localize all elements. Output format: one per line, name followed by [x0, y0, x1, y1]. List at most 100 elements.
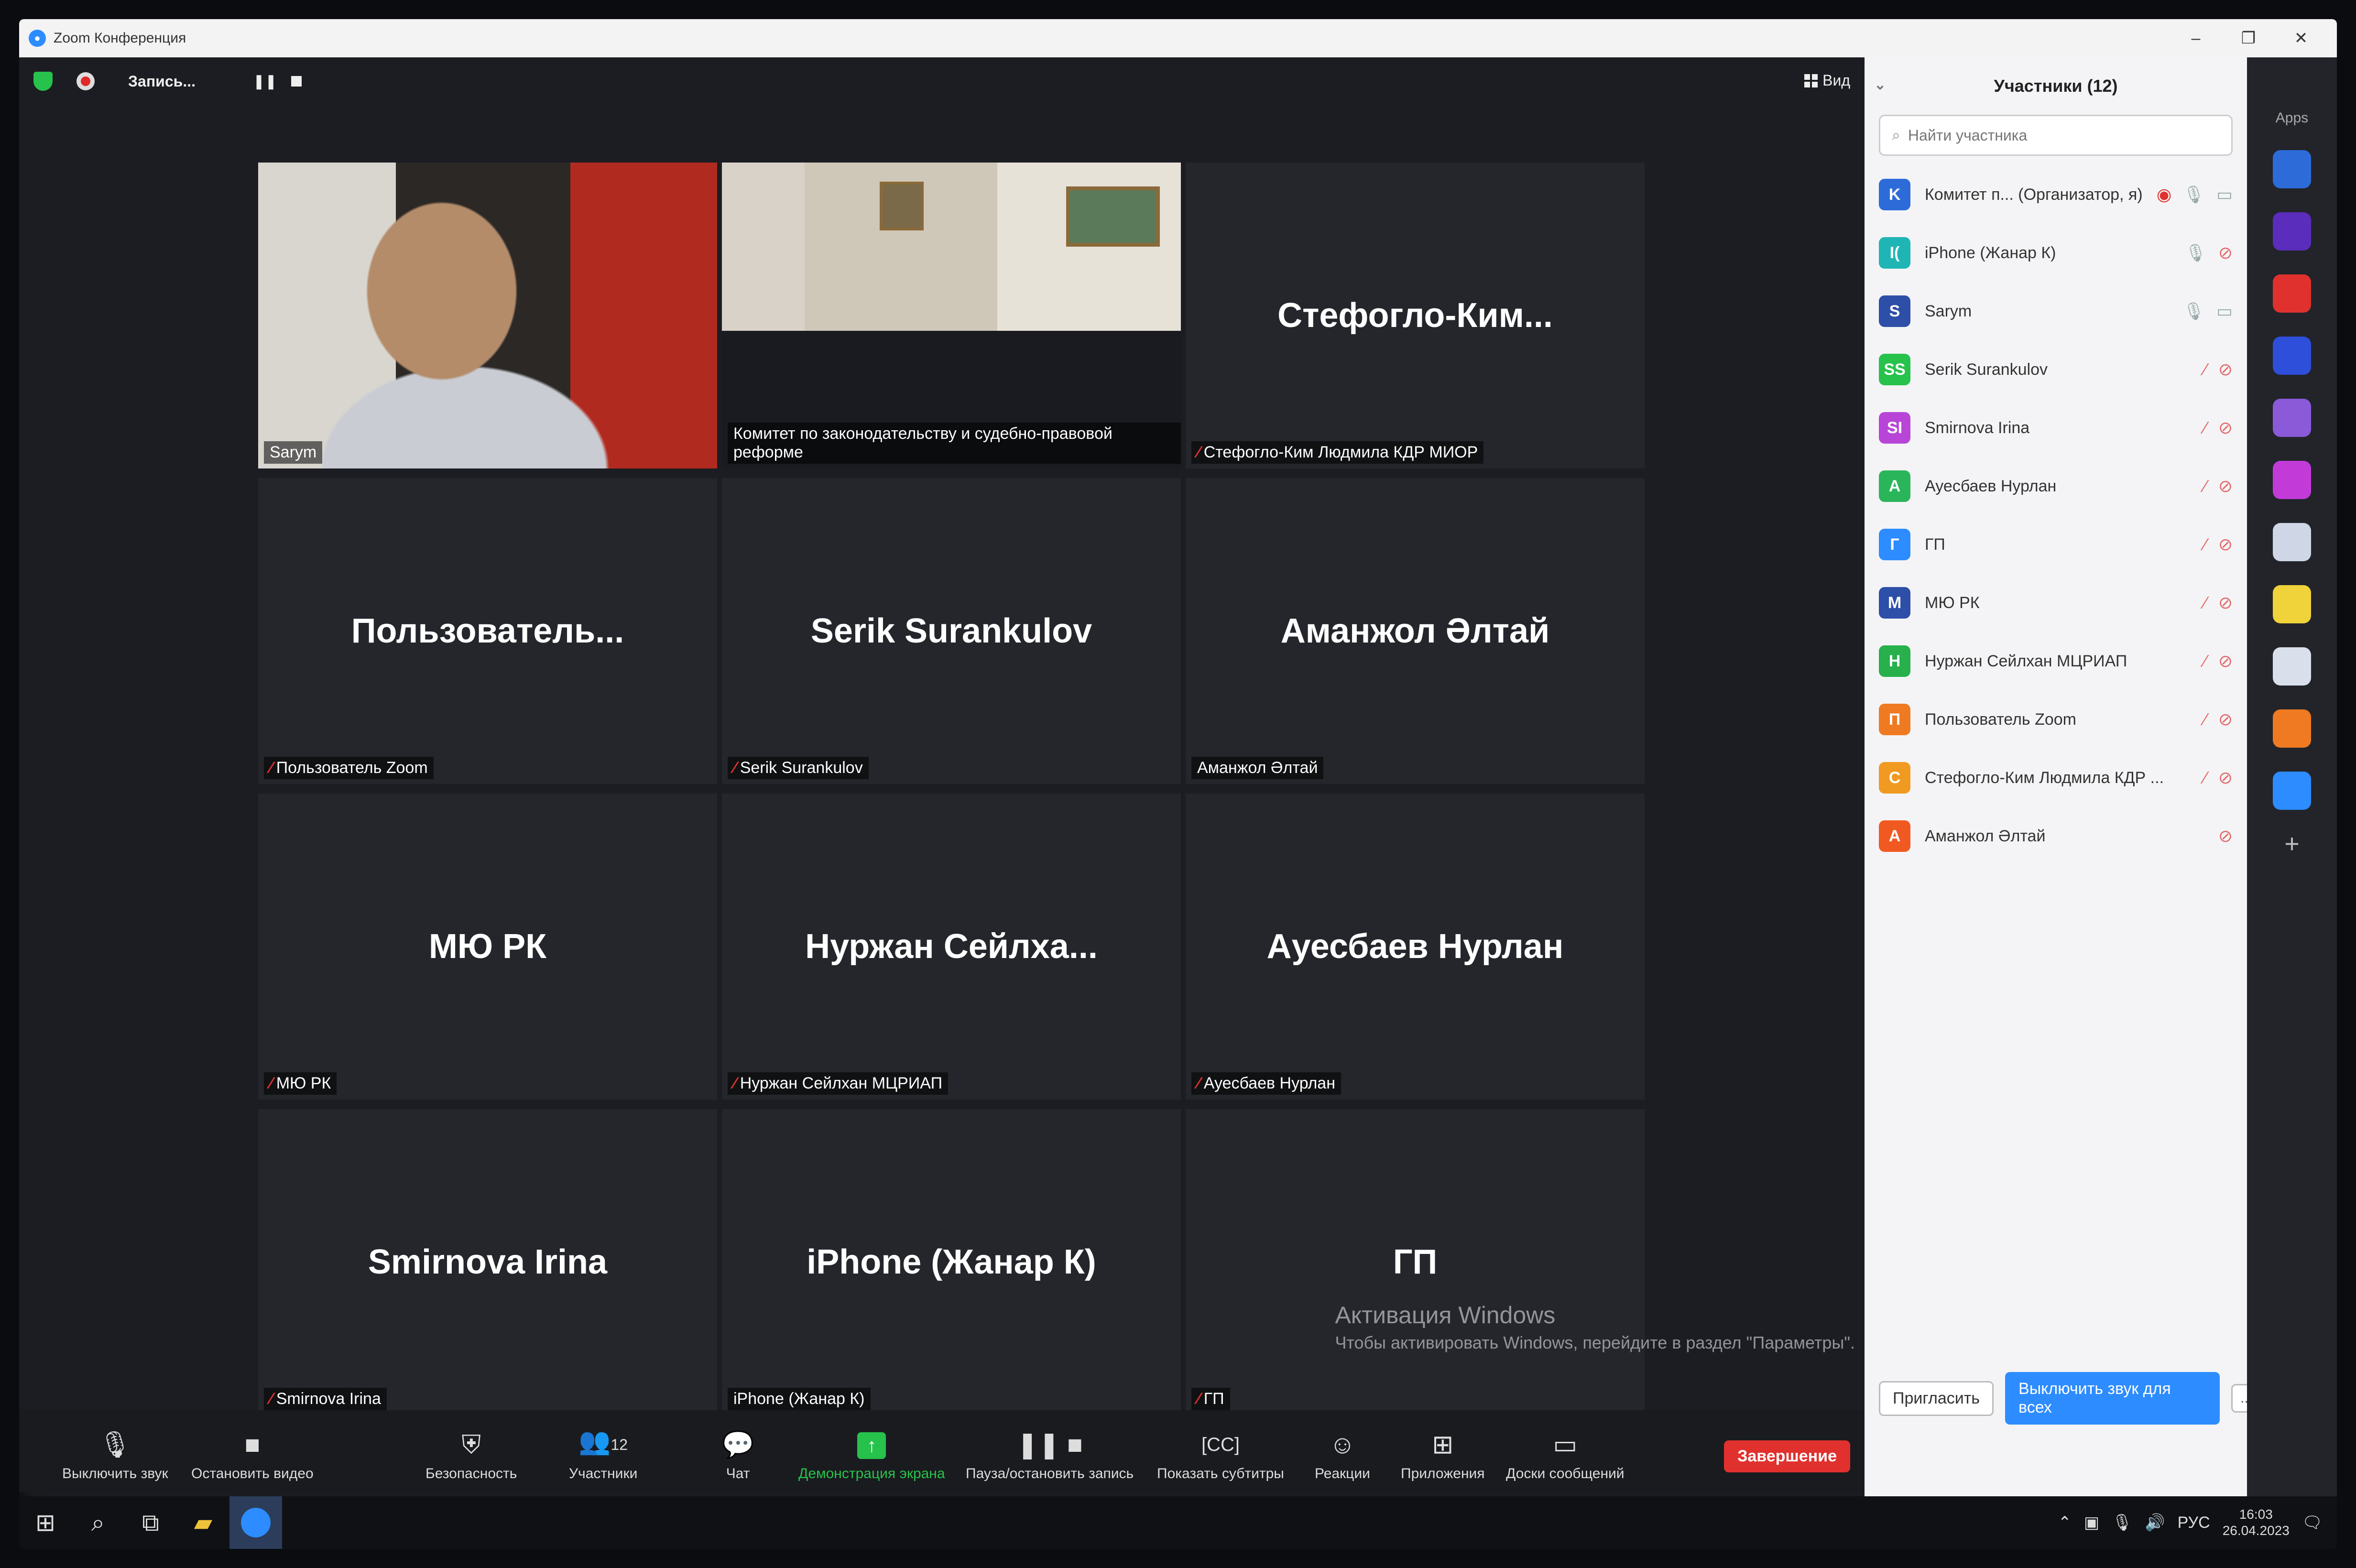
windows-start-icon[interactable]: ⊞ — [19, 1496, 72, 1549]
file-explorer-icon[interactable]: ▰ — [177, 1496, 229, 1549]
microphone-icon[interactable]: 🎙 — [2183, 301, 2205, 321]
mic-tray-icon[interactable]: 🎙 — [2112, 1513, 2132, 1532]
chevron-down-icon[interactable]: ⌄ — [1874, 76, 1886, 93]
participant-tile[interactable]: Нуржан Сейлха... ⁄ Нуржан Сейлхан МЦРИАП — [722, 794, 1181, 1100]
participant-row[interactable]: М МЮ РК ⁄ ⊘ — [1865, 574, 2247, 632]
chat-button[interactable]: 💬 Чат — [722, 1430, 754, 1482]
participant-search-input[interactable] — [1907, 126, 2177, 145]
muted-mic-icon[interactable]: ⁄ — [2204, 768, 2207, 788]
search-icon[interactable]: ⌕ — [72, 1496, 124, 1549]
share-screen-button[interactable]: ↑ Демонстрация экрана — [798, 1432, 945, 1482]
camera-icon[interactable]: ▭ — [2216, 185, 2233, 205]
microphone-icon[interactable]: 🎙 — [2185, 243, 2207, 263]
invite-button[interactable]: Пригласить — [1879, 1381, 1994, 1416]
view-button[interactable]: Вид — [1804, 72, 1850, 89]
language-indicator[interactable]: РУС — [2178, 1514, 2210, 1532]
participant-tile[interactable]: Пользователь... ⁄ Пользователь Zoom — [258, 478, 717, 784]
microphone-icon[interactable]: 🎙 — [2183, 185, 2205, 205]
stop-video-button[interactable]: ■ Остановить видео — [191, 1430, 314, 1482]
muted-mic-icon[interactable]: ⁄ — [2204, 534, 2207, 555]
participant-row[interactable]: A Ауесбаев Нурлан ⁄ ⊘ — [1865, 457, 2247, 515]
camera-off-icon[interactable]: ⊘ — [2218, 476, 2233, 496]
participants-button[interactable]: 👥12 Участники — [569, 1427, 637, 1482]
participant-tile[interactable]: Smirnova Irina ⁄ Smirnova Irina — [258, 1109, 717, 1415]
camera-off-icon[interactable]: ⊘ — [2218, 359, 2233, 380]
encryption-shield-icon[interactable] — [33, 72, 53, 91]
app-tile-icon[interactable] — [2273, 772, 2311, 810]
camera-off-icon[interactable]: ⊘ — [2218, 826, 2233, 846]
app-tile-icon[interactable] — [2273, 150, 2311, 188]
app-tile-icon[interactable] — [2273, 709, 2311, 748]
camera-off-icon[interactable]: ⊘ — [2218, 709, 2233, 730]
camera-off-icon[interactable]: ⊘ — [2218, 651, 2233, 671]
security-label: Безопасность — [425, 1466, 517, 1481]
participant-tile[interactable]: Ауесбаев Нурлан ⁄ Ауесбаев Нурлан — [1186, 794, 1645, 1100]
zoom-taskbar-icon[interactable] — [229, 1496, 282, 1549]
security-button[interactable]: ⛨ Безопасность — [425, 1430, 517, 1482]
app-tile-icon[interactable] — [2273, 647, 2311, 686]
tile-caption-text: ГП — [1203, 1390, 1224, 1408]
participant-name: Sarym — [1925, 302, 1972, 320]
clock[interactable]: 16:03 26.04.2023 — [2223, 1506, 2290, 1539]
muted-mic-icon[interactable]: ⁄ — [2204, 593, 2207, 613]
record-control-button[interactable]: ❚❚ ■ Пауза/остановить запись — [966, 1430, 1134, 1482]
muted-mic-icon[interactable]: ⁄ — [2204, 359, 2207, 380]
participant-tile[interactable]: МЮ РК ⁄ МЮ РК — [258, 794, 717, 1100]
camera-off-icon[interactable]: ⊘ — [2218, 418, 2233, 438]
reactions-button[interactable]: ☺ Реакции — [1315, 1430, 1370, 1482]
participant-row[interactable]: П Пользователь Zoom ⁄ ⊘ — [1865, 690, 2247, 749]
participant-row[interactable]: Н Нуржан Сейлхан МЦРИАП ⁄ ⊘ — [1865, 632, 2247, 690]
camera-off-icon[interactable]: ⊘ — [2218, 593, 2233, 613]
task-view-icon[interactable]: ⧉ — [124, 1496, 177, 1549]
participant-row[interactable]: S Sarym 🎙 ▭ — [1865, 282, 2247, 340]
volume-icon[interactable]: 🔊 — [2145, 1513, 2165, 1532]
close-button[interactable]: ✕ — [2275, 19, 2327, 57]
tray-chevron-icon[interactable]: ⌃ — [2058, 1513, 2072, 1532]
tile-caption: Аманжол Әлтай — [1191, 757, 1324, 779]
camera-off-icon[interactable]: ⊘ — [2218, 534, 2233, 555]
participant-tile[interactable]: ГП ⁄ ГП — [1186, 1109, 1645, 1415]
restore-button[interactable]: ❐ — [2222, 19, 2275, 57]
participant-tile[interactable]: Стефогло-Ким... ⁄ Стефогло-Ким Людмила КДР… — [1186, 163, 1645, 468]
app-tile-icon[interactable] — [2273, 523, 2311, 561]
participant-row[interactable]: Г ГП ⁄ ⊘ — [1865, 515, 2247, 574]
apps-button[interactable]: ⊞ Приложения — [1401, 1430, 1485, 1482]
stop-recording-icon[interactable] — [291, 76, 302, 87]
whiteboards-button[interactable]: ▭ Доски сообщений — [1506, 1430, 1625, 1482]
app-tile-icon[interactable] — [2273, 399, 2311, 437]
mute-button[interactable]: 🎙 Выключить звук — [62, 1430, 168, 1482]
participant-search[interactable]: ⌕ — [1879, 115, 2233, 156]
camera-off-icon[interactable]: ⊘ — [2218, 243, 2233, 263]
add-app-icon[interactable]: + — [2284, 829, 2300, 859]
app-tile-icon[interactable] — [2273, 461, 2311, 499]
participant-row[interactable]: А Аманжол Әлтай ⊘ — [1865, 807, 2247, 865]
participant-row[interactable]: SI Smirnova Irina ⁄ ⊘ — [1865, 399, 2247, 457]
captions-button[interactable]: [CC] Показать субтитры — [1157, 1430, 1284, 1482]
participant-tile[interactable]: Sarym — [258, 163, 717, 468]
participant-tile[interactable]: Аманжол Әлтай Аманжол Әлтай — [1186, 478, 1645, 784]
muted-mic-icon[interactable]: ⁄ — [2204, 418, 2207, 438]
network-icon[interactable]: ▣ — [2084, 1513, 2099, 1532]
avatar: I( — [1879, 237, 1910, 269]
participant-row[interactable]: С Стефогло-Ким Людмила КДР ... ⁄ ⊘ — [1865, 749, 2247, 807]
participant-tile[interactable]: Комитет по законодательству и судебно-пр… — [722, 163, 1181, 468]
participant-row[interactable]: I(iPhone (Жанар К) 🎙 ⊘ — [1865, 224, 2247, 282]
participant-tile[interactable]: iPhone (Жанар К) iPhone (Жанар К) — [722, 1109, 1181, 1415]
camera-off-icon[interactable]: ⊘ — [2218, 768, 2233, 788]
app-tile-icon[interactable] — [2273, 274, 2311, 313]
mute-all-button[interactable]: Выключить звук для всех — [2005, 1372, 2220, 1425]
minimize-button[interactable]: – — [2170, 19, 2222, 57]
pause-recording-icon[interactable]: ❚❚ — [253, 73, 277, 90]
participant-row[interactable]: SS Serik Surankulov ⁄ ⊘ — [1865, 340, 2247, 399]
muted-mic-icon[interactable]: ⁄ — [2204, 651, 2207, 671]
participant-row[interactable]: K Комитет п... (Организатор, я) ◉ 🎙 ▭ — [1865, 165, 2247, 224]
app-tile-icon[interactable] — [2273, 585, 2311, 623]
camera-icon[interactable]: ▭ — [2216, 301, 2233, 321]
app-tile-icon[interactable] — [2273, 337, 2311, 375]
muted-mic-icon[interactable]: ⁄ — [2204, 709, 2207, 730]
muted-mic-icon[interactable]: ⁄ — [2204, 476, 2207, 496]
notifications-icon[interactable]: 🗨 — [2302, 1513, 2323, 1532]
end-meeting-button[interactable]: Завершение — [1724, 1440, 1850, 1472]
participant-tile[interactable]: Serik Surankulov ⁄ Serik Surankulov — [722, 478, 1181, 784]
app-tile-icon[interactable] — [2273, 212, 2311, 250]
